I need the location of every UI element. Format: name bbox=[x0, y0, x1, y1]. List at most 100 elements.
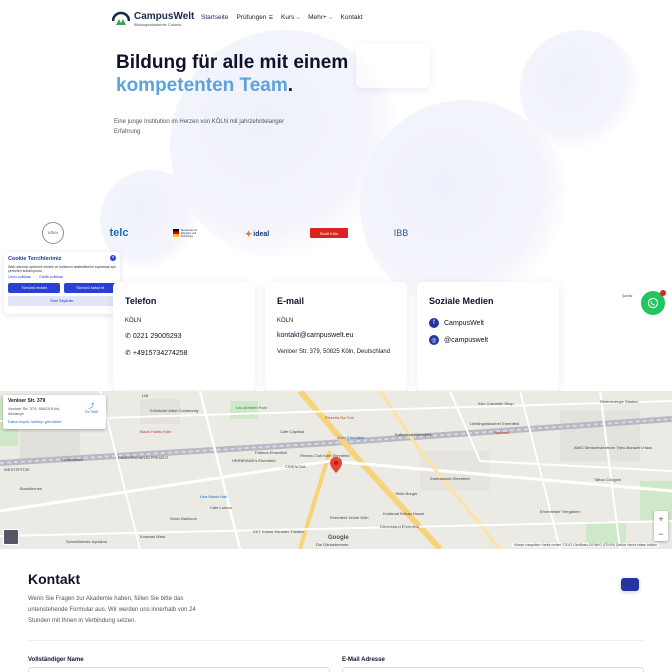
custom-settings-button[interactable]: Özel Seçimler bbox=[8, 295, 116, 306]
map-label: Tattoo Cologne bbox=[594, 477, 621, 482]
whatsapp-link[interactable]: ✆ +4915734274258 bbox=[125, 349, 243, 358]
contact-section: Kontakt Wenn Sie Fragen zur Akademie hab… bbox=[0, 549, 672, 672]
chevron-down-icon: ⌵ bbox=[328, 14, 333, 21]
chat-button[interactable] bbox=[621, 578, 639, 591]
nav-kurs[interactable]: Kurs ⌵ bbox=[281, 14, 300, 21]
map-label: Leo Arnhem Park bbox=[236, 405, 267, 410]
map-label: Black Hotels Köln bbox=[140, 429, 172, 434]
person-icon: ✦ bbox=[244, 228, 253, 239]
hero-title-dot: . bbox=[287, 75, 294, 96]
map-label: Fatteria Ehrenfeld bbox=[255, 450, 287, 455]
cookie-dialog: Cookie Tercihlerimiz × Web sitemizi opti… bbox=[4, 252, 120, 314]
email-link[interactable]: kontakt@campuswelt.eu bbox=[277, 332, 395, 339]
nav-startseite[interactable]: Startseite bbox=[201, 14, 228, 21]
email-card: E-mail KÖLN kontakt@campuswelt.eu Venloe… bbox=[265, 282, 407, 390]
nav-label: Kurs bbox=[280, 14, 295, 21]
map-label: AWO Seniorenzentrum Theo-Burauen-Haus bbox=[574, 445, 653, 450]
map-label: Hammer bbox=[494, 430, 510, 435]
instagram-label: @campuswelt bbox=[444, 336, 489, 344]
map-label: Ehrenfeld Zeche Köln bbox=[330, 515, 369, 520]
email-field[interactable] bbox=[342, 667, 644, 672]
privacy-policy-link[interactable]: Gizlilik politikası bbox=[39, 275, 63, 279]
partner-label: ideal bbox=[253, 230, 270, 238]
map-label: Dönerstand Ehrenfeld bbox=[380, 524, 419, 529]
instagram-link[interactable]: ◎ @campuswelt bbox=[429, 335, 547, 345]
partner-label: telc bbox=[109, 227, 129, 239]
map-label: PANDORA NEUN FREIZEIT bbox=[118, 455, 169, 460]
partner-label: Stadt Köln bbox=[319, 230, 339, 236]
email-field-label: E-Mail Adresse bbox=[342, 657, 385, 663]
name-field[interactable] bbox=[28, 667, 330, 672]
cookie-policy-link[interactable]: Çerez politikası bbox=[8, 275, 31, 279]
nav-kontakt[interactable]: Kontakt bbox=[341, 14, 363, 21]
partner-label: Bundesamt für Migration und Flüchtlinge bbox=[181, 228, 198, 238]
map-label: Sonic Ballroom bbox=[170, 516, 197, 521]
whatsapp-button[interactable] bbox=[641, 290, 666, 315]
cookie-text: Web sitemizi optimize etmek ve kullanım … bbox=[8, 265, 116, 274]
partner-logo-ibb: IBB bbox=[386, 225, 416, 241]
card-title: Telefon bbox=[125, 296, 157, 306]
site-header: CampusWelt Bildungsakademie Colonia Star… bbox=[111, 8, 363, 30]
menu-icon: ☰ bbox=[268, 14, 273, 21]
map-label: Die Gänsebrenner bbox=[316, 542, 349, 547]
map-label: Lindenwerk bbox=[62, 457, 83, 462]
map-label: Köln Ehrenfeld bbox=[338, 435, 365, 440]
social-card: Soziale Medien f CampusWelt ◎ @campuswel… bbox=[417, 282, 559, 390]
name-field-label: Vollständiger Name bbox=[28, 657, 84, 663]
phone-number: 0221 29005293 bbox=[132, 332, 182, 340]
partner-logo-telc: telc bbox=[106, 224, 132, 242]
map-label: Rheinenergie Stadion bbox=[600, 399, 639, 404]
logo-icon bbox=[111, 11, 131, 27]
directions-icon: ⤴ bbox=[88, 404, 95, 410]
zoom-in-button[interactable]: + bbox=[658, 514, 663, 524]
hero-title-accent: kompetenten Team bbox=[116, 75, 288, 96]
main-nav: Startseite Prüfungen ☰ Kurs ⌵ Mehr+ ⌵ Konta… bbox=[201, 14, 363, 21]
contact-description: Wenn Sie Fragen zur Akademie haben, füll… bbox=[28, 596, 196, 624]
partner-logo-bamf: Bundesamt für Migration und Flüchtlinge bbox=[172, 223, 206, 243]
map-label: KKT Kölner Künstler Theater bbox=[253, 529, 304, 534]
chevron-down-icon: ⌵ bbox=[296, 14, 301, 21]
partner-label: KÖLN bbox=[48, 231, 58, 235]
partner-logos: KÖLN telc Bundesamt für Migration und Fl… bbox=[40, 222, 420, 246]
notification-badge bbox=[660, 290, 666, 296]
instagram-icon: ◎ bbox=[429, 335, 439, 345]
card-city: KÖLN bbox=[125, 318, 142, 324]
card-city: KÖLN bbox=[277, 318, 294, 324]
card-title: E-mail bbox=[277, 296, 305, 306]
reject-all-button[interactable]: Tümünü reddet bbox=[8, 282, 60, 293]
logo[interactable]: CampusWelt Bildungsakademie Colonia bbox=[111, 11, 194, 27]
page: CampusWelt Bildungsakademie Colonia Star… bbox=[0, 0, 672, 672]
nav-pruefungen[interactable]: Prüfungen ☰ bbox=[236, 14, 272, 21]
phone-card: Telefon KÖLN ✆ 0221 29005293 ✆ +49157342… bbox=[113, 282, 255, 390]
hero-subtitle: Eine junge Institution im Herzen von KÖL… bbox=[114, 119, 285, 135]
facebook-label: CampusWelt bbox=[444, 319, 484, 327]
map-label: Afro Cosmetic Shop bbox=[478, 401, 514, 406]
map-label: Bunzkirchen bbox=[20, 486, 43, 491]
facebook-link[interactable]: f CampusWelt bbox=[429, 318, 547, 328]
map-label: HERBRAND's Ehrenfeld bbox=[232, 458, 276, 463]
divider bbox=[28, 640, 644, 641]
map-label: Schnellimbiss Kyriakos bbox=[66, 539, 107, 544]
map-layer-toggle[interactable] bbox=[3, 529, 19, 545]
phone-link[interactable]: ✆ 0221 29005293 bbox=[125, 332, 243, 341]
partner-logo-ideal: ✦ ideal bbox=[242, 226, 272, 242]
map-label: Lidl bbox=[142, 393, 149, 398]
map-label: Live Music Hall bbox=[200, 494, 227, 499]
eagle-icon bbox=[173, 229, 179, 237]
map-label: Kölnische Artist Community bbox=[150, 408, 199, 413]
nav-mehr[interactable]: Mehr+ ⌵ bbox=[308, 14, 332, 21]
accept-all-button[interactable]: Tümünü kabul et bbox=[64, 282, 116, 293]
larger-map-link[interactable]: Daha büyük haritayı görüntüle bbox=[8, 419, 101, 424]
directions-button[interactable]: ⤴ Yol Tarifi bbox=[85, 401, 98, 414]
hero-blob bbox=[520, 30, 640, 150]
map-label: Ehrenfelder Tiergarten bbox=[540, 509, 580, 514]
map-label: Zweiradwelt Ehrenfeld bbox=[430, 476, 470, 481]
zoom-out-button[interactable]: − bbox=[658, 529, 663, 539]
nav-label: Startseite bbox=[201, 14, 229, 21]
map-label: Lieblingsbäckerei Ehrenfeld bbox=[470, 421, 520, 426]
map-footer: Klavye kısayolları Harita verileri ©2023… bbox=[512, 543, 659, 547]
phone-icon: ✆ bbox=[125, 333, 131, 340]
map-info-address: Venloer Str. 379, 50825 Köln, Almanya bbox=[8, 406, 61, 416]
whatsapp-icon bbox=[647, 297, 659, 309]
close-icon[interactable]: × bbox=[110, 255, 116, 261]
